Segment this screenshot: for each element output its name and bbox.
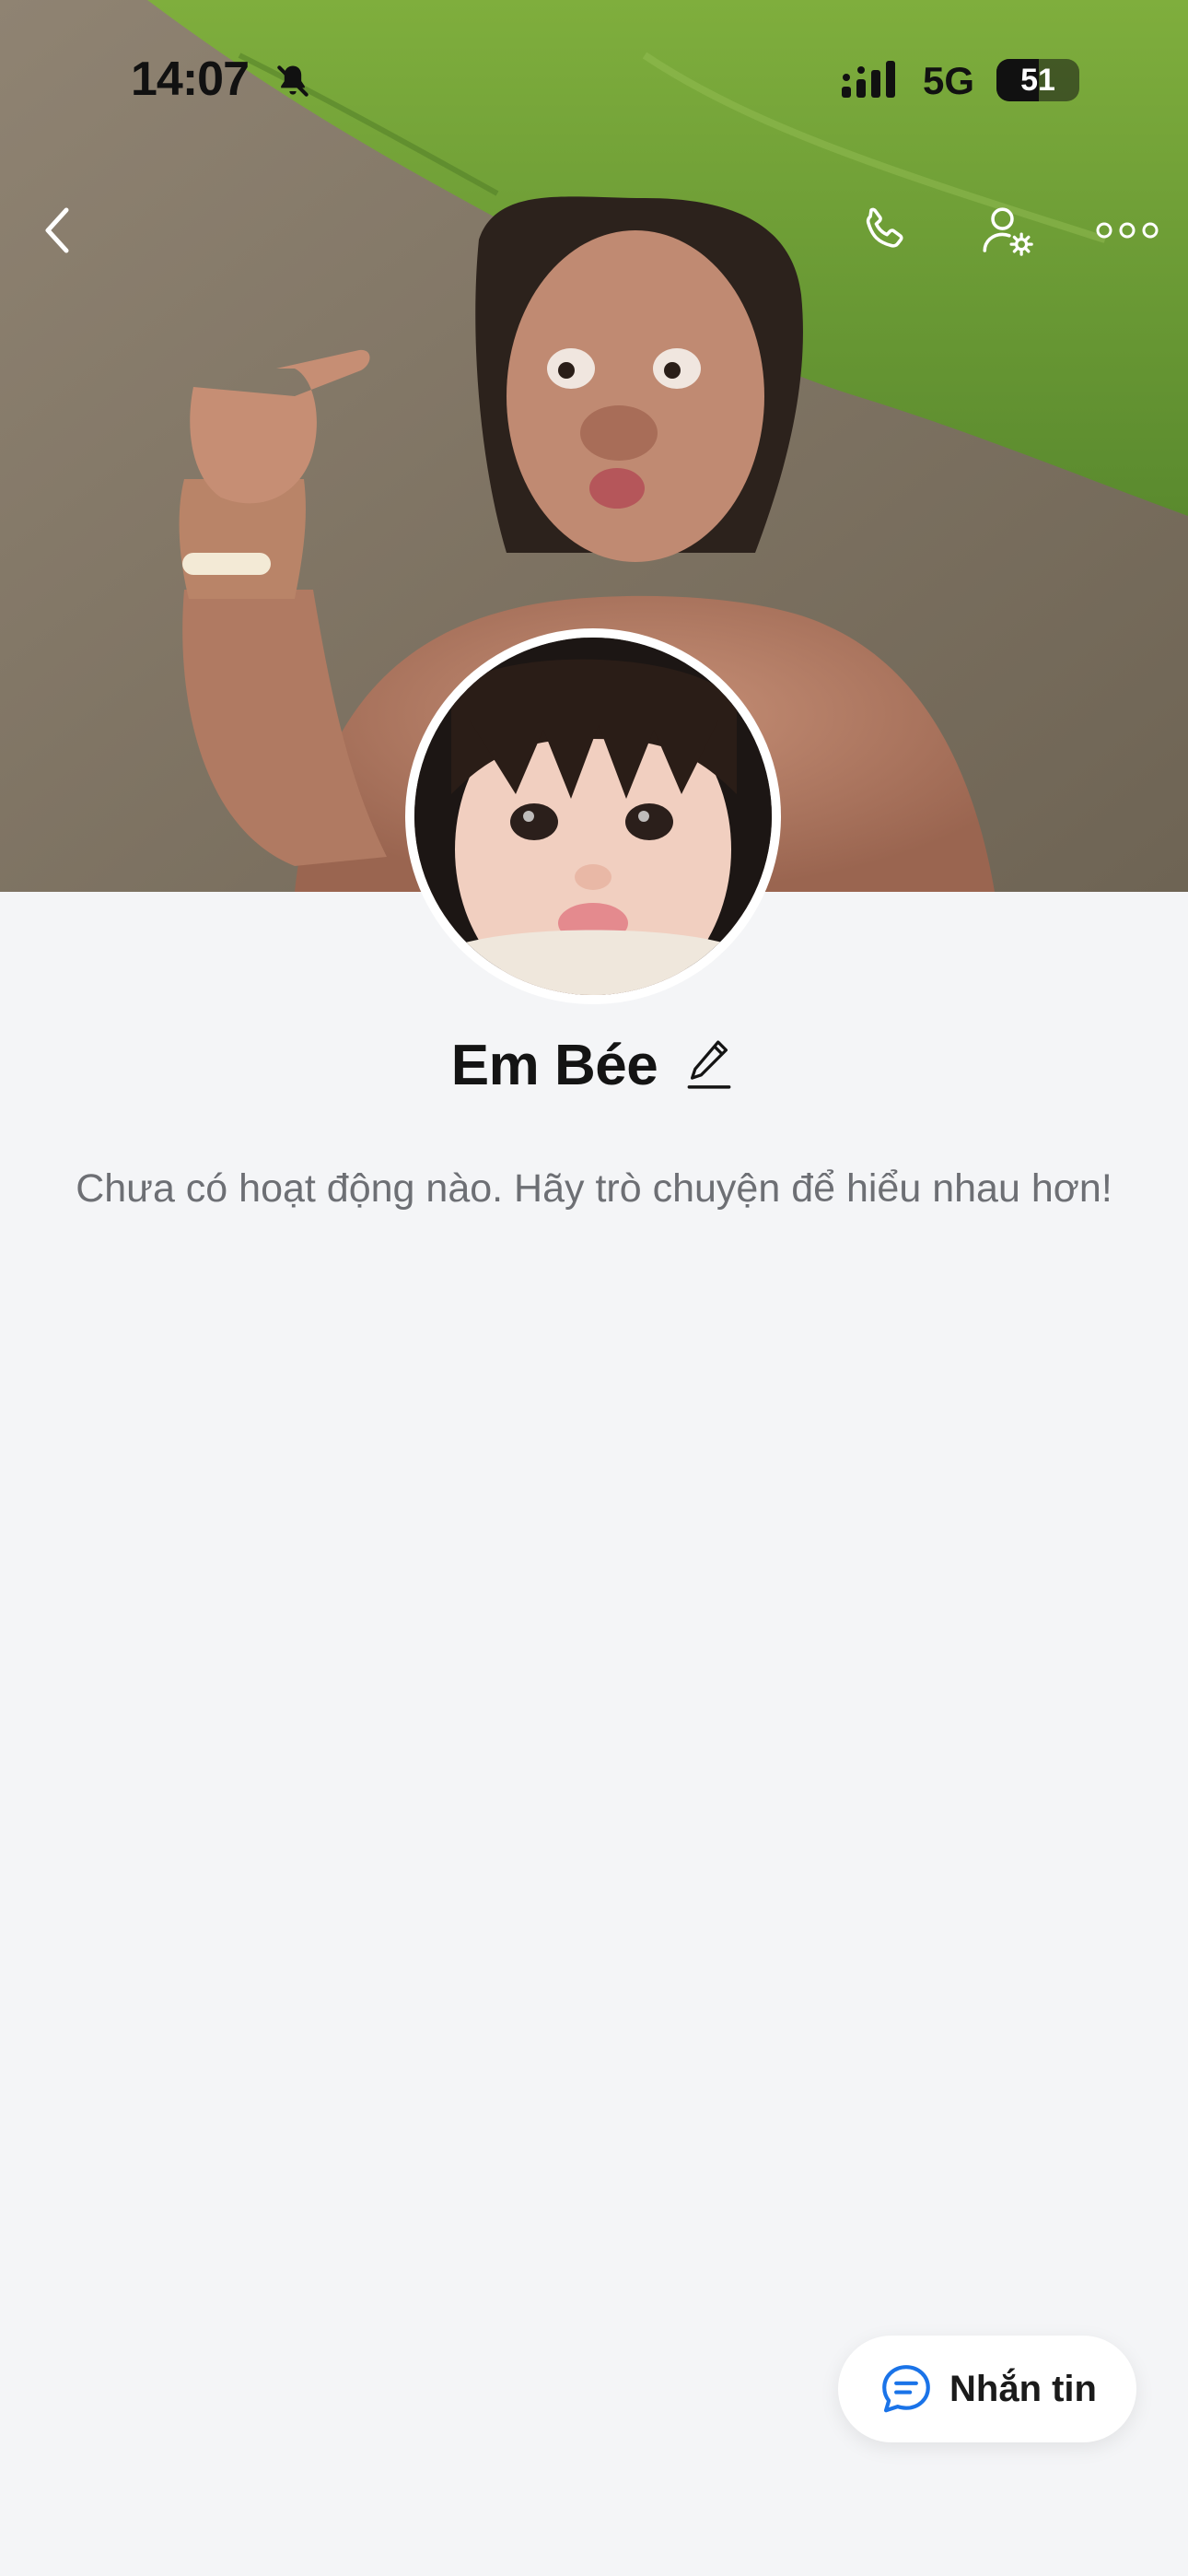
battery-level: 51 <box>1020 63 1055 98</box>
more-dots-icon <box>1096 222 1159 239</box>
chat-bubble-icon <box>882 2365 930 2413</box>
empty-activity-message: Chưa có hoạt động nào. Hãy trò chuyện để… <box>76 1166 1112 1211</box>
status-time: 14:07 <box>131 53 250 106</box>
back-chevron-icon <box>45 207 69 253</box>
profile-name-row: Em Bée <box>0 1028 1188 1102</box>
back-button[interactable] <box>20 193 94 267</box>
bell-slash-icon <box>273 61 313 101</box>
signal-icon <box>840 59 906 100</box>
call-button[interactable] <box>847 193 921 267</box>
user-settings-icon <box>983 207 1033 256</box>
message-button-label: Nhắn tin <box>949 2368 1097 2409</box>
edit-name-button[interactable] <box>681 1033 737 1097</box>
pencil-icon <box>687 1040 731 1089</box>
battery-icon: 51 <box>996 59 1079 101</box>
user-settings-button[interactable] <box>971 193 1044 267</box>
network-type: 5G <box>923 59 975 102</box>
top-nav <box>0 175 1188 276</box>
profile-name: Em Bée <box>450 1033 658 1097</box>
more-button[interactable] <box>1090 193 1164 267</box>
status-bar: 14:07 5G 51 <box>0 0 1188 157</box>
avatar[interactable] <box>405 628 781 1004</box>
avatar-image <box>414 638 772 995</box>
phone-call-icon <box>866 207 903 248</box>
message-button[interactable]: Nhắn tin <box>838 2336 1136 2442</box>
avatar-photo <box>414 638 772 995</box>
